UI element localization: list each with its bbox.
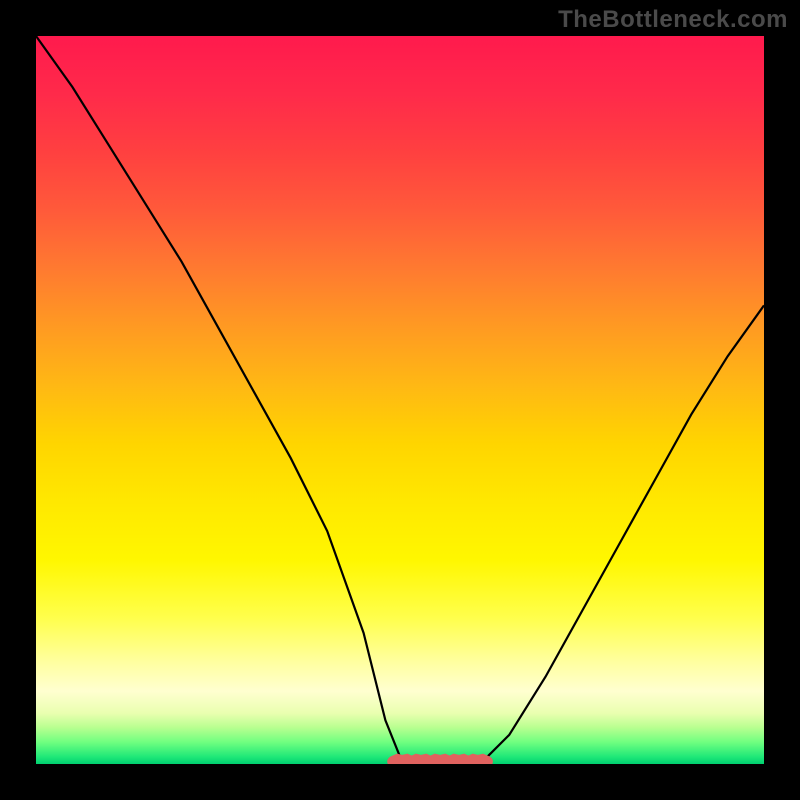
bottleneck-curve: [36, 36, 764, 764]
curve-layer: [36, 36, 764, 764]
watermark-text: TheBottleneck.com: [558, 6, 788, 34]
plot-area: [36, 36, 764, 764]
optimal-marker: [393, 759, 488, 761]
chart-frame: TheBottleneck.com: [0, 0, 800, 800]
